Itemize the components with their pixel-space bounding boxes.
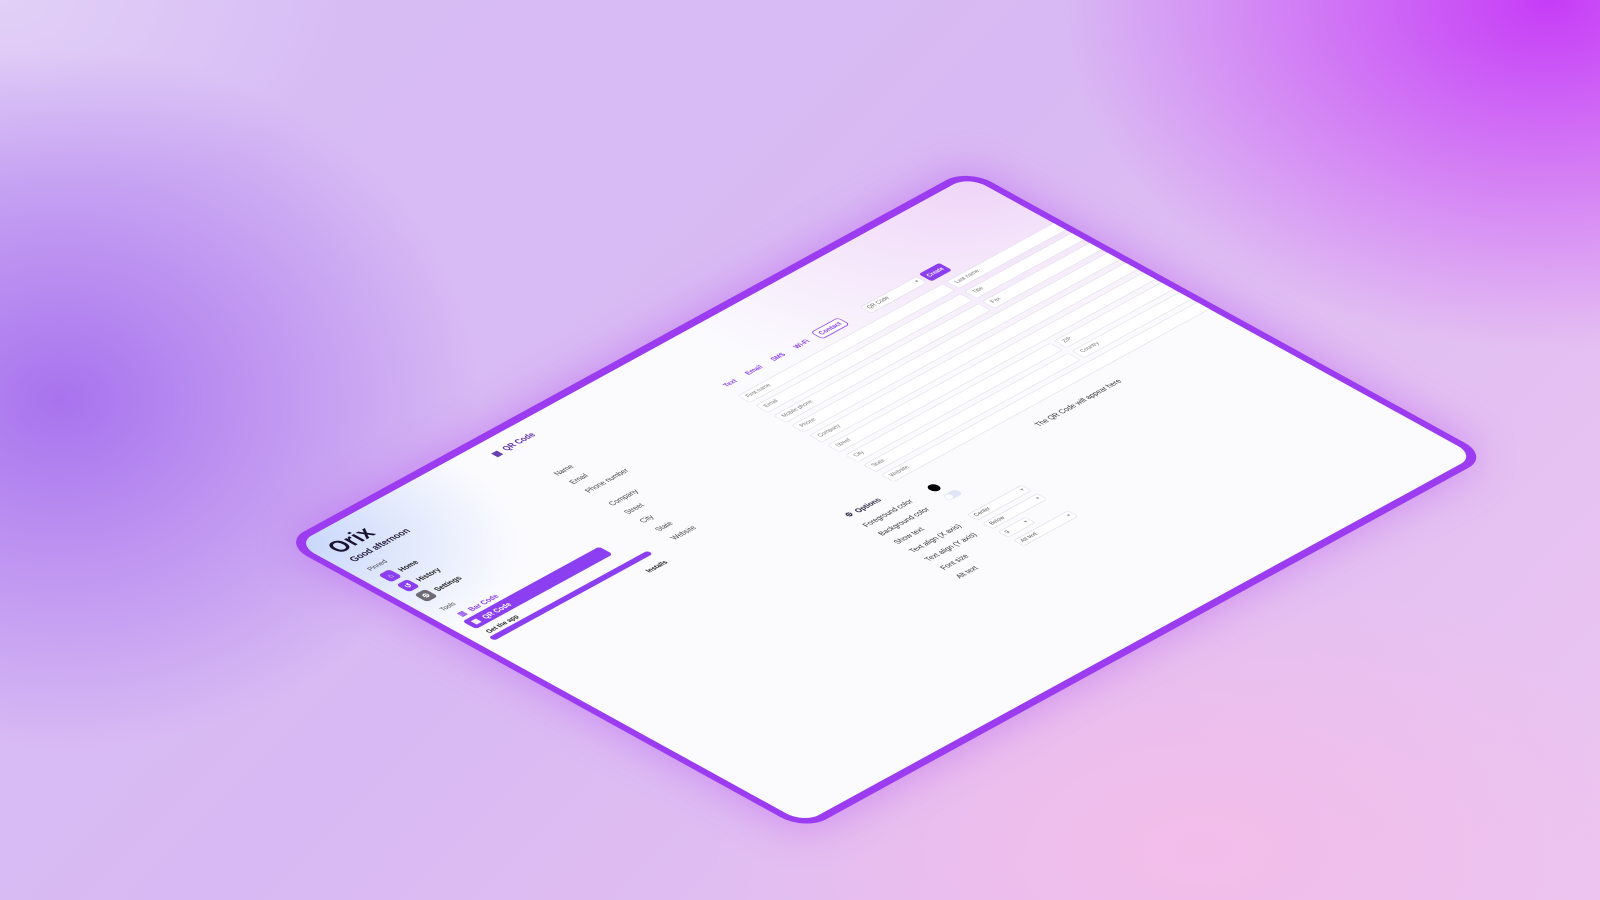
stage: Orix Good afternoon Pinned ⌂ Home ↺ Hist… xyxy=(0,0,1600,900)
app-screen: Orix Good afternoon Pinned ⌂ Home ↺ Hist… xyxy=(296,176,1476,824)
installs-label: Installs xyxy=(643,559,670,574)
qr-icon: ▦ xyxy=(489,449,506,459)
contact-preview: Name Email Phone number Company Street C… xyxy=(548,448,721,543)
barcode-icon: ▥ xyxy=(454,609,469,618)
settings-icon: ⚙ xyxy=(842,510,856,519)
device-frame: Orix Good afternoon Pinned ⌂ Home ↺ Hist… xyxy=(283,168,1490,831)
tab-email[interactable]: Email xyxy=(739,362,770,379)
qr-icon: ▦ xyxy=(468,617,483,626)
create-button[interactable]: Create xyxy=(918,262,953,282)
page-title-text: QR Code xyxy=(500,431,539,453)
page-title: ▦ QR Code xyxy=(490,431,539,458)
tab-wifi[interactable]: Wi-Fi xyxy=(787,336,816,352)
foreground-color-swatch[interactable] xyxy=(924,482,943,493)
sidebar: Orix Good afternoon Pinned ⌂ Home ↺ Hist… xyxy=(320,468,625,635)
tab-sms[interactable]: SMS xyxy=(764,349,792,364)
tab-text[interactable]: Text xyxy=(717,376,744,391)
settings-icon: ⚙ xyxy=(414,588,439,603)
